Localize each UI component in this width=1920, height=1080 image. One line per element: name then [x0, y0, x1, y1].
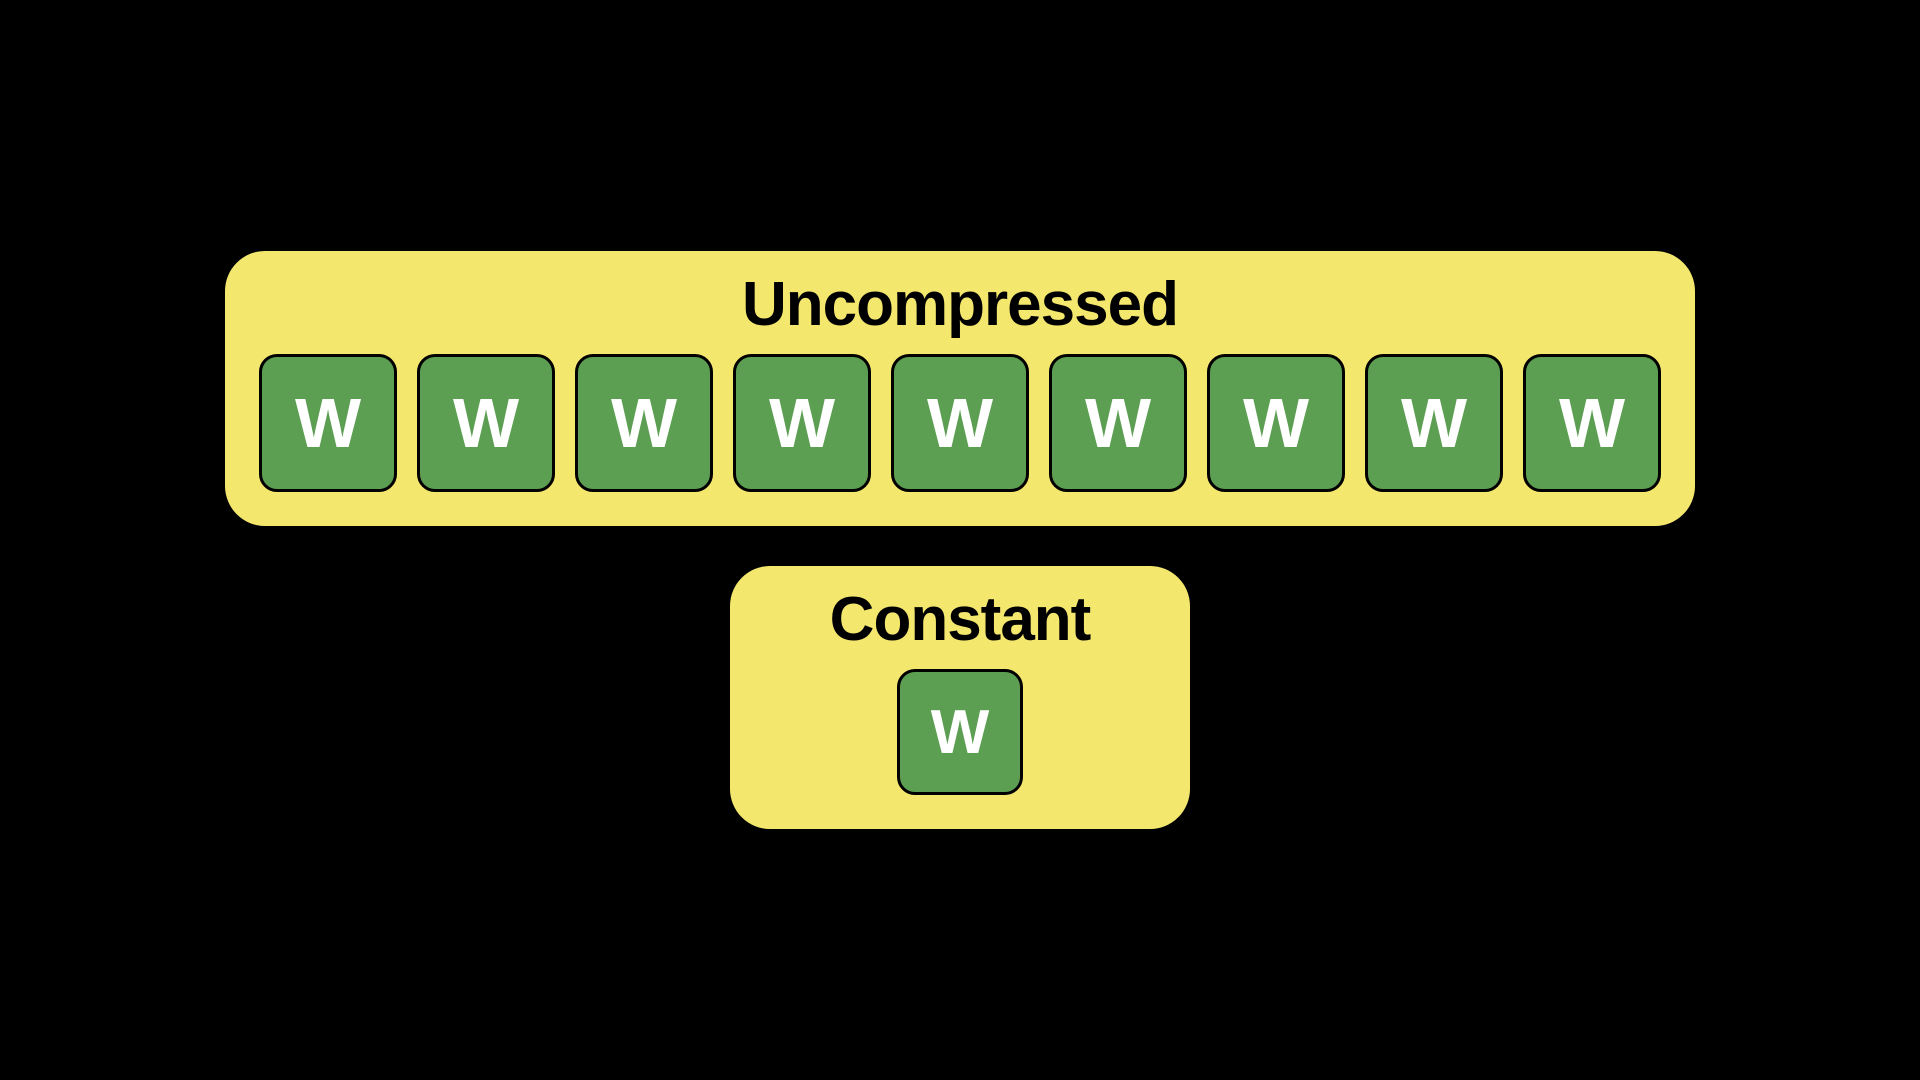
tile: W: [417, 354, 555, 492]
tile-letter: W: [1085, 383, 1151, 463]
tile-letter: W: [1559, 383, 1625, 463]
tile: W: [1207, 354, 1345, 492]
constant-tile-row: W: [897, 669, 1023, 795]
uncompressed-panel: Uncompressed W W W W W W W W W: [225, 251, 1695, 526]
tile: W: [575, 354, 713, 492]
tile-letter: W: [1401, 383, 1467, 463]
tile-letter: W: [295, 383, 361, 463]
tile: W: [1523, 354, 1661, 492]
tile: W: [897, 669, 1023, 795]
tile: W: [733, 354, 871, 492]
tile: W: [1365, 354, 1503, 492]
tile-letter: W: [1243, 383, 1309, 463]
tile: W: [1049, 354, 1187, 492]
uncompressed-tile-row: W W W W W W W W W: [259, 354, 1661, 492]
constant-title: Constant: [830, 584, 1091, 655]
tile-letter: W: [927, 383, 993, 463]
constant-panel: Constant W: [730, 566, 1191, 829]
tile-letter: W: [453, 383, 519, 463]
tile: W: [891, 354, 1029, 492]
uncompressed-title: Uncompressed: [742, 269, 1178, 340]
tile: W: [259, 354, 397, 492]
tile-letter: W: [611, 383, 677, 463]
tile-letter: W: [931, 697, 990, 768]
tile-letter: W: [769, 383, 835, 463]
